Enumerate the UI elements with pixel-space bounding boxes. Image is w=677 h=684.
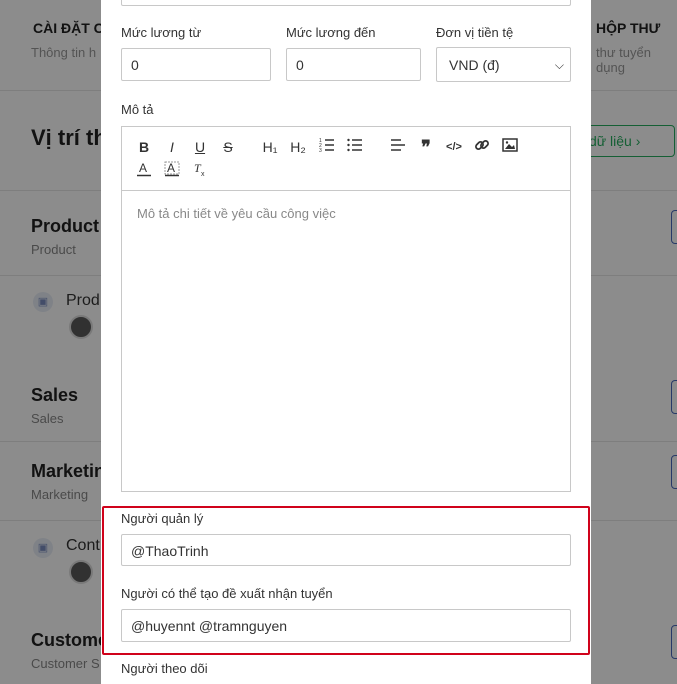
description-label: Mô tả [121, 102, 154, 117]
underline-icon[interactable]: U [189, 137, 211, 157]
salary-to-label: Mức lương đến [286, 25, 376, 40]
manager-input[interactable]: @ThaoTrinh [121, 534, 571, 566]
align-left-icon[interactable] [387, 137, 409, 157]
previous-field-input[interactable] [121, 0, 571, 6]
text-color-icon[interactable]: A [133, 161, 155, 181]
manager-label: Người quản lý [121, 511, 204, 526]
currency-select-value: VND (đ) [449, 57, 500, 73]
svg-text:x: x [201, 171, 205, 177]
job-position-modal: Mức lương từ 0 Mức lương đến 0 Đơn vị ti… [101, 0, 591, 684]
svg-text:A: A [167, 161, 175, 175]
editor-toolbar: B I U S H₁ H₂ 123 ❞ </> A A T x [122, 127, 570, 191]
bold-icon[interactable]: B [133, 137, 155, 157]
strikethrough-icon[interactable]: S [217, 137, 239, 157]
link-icon[interactable] [471, 137, 493, 157]
italic-icon[interactable]: I [161, 137, 183, 157]
follower-label: Người theo dõi [121, 661, 208, 676]
clear-format-icon[interactable]: Tx [189, 161, 211, 181]
description-editor: B I U S H₁ H₂ 123 ❞ </> A A T x Mô tả ch… [121, 126, 571, 492]
currency-label: Đơn vị tiền tệ [436, 25, 514, 40]
heading-1-icon[interactable]: H₁ [259, 137, 281, 157]
code-icon[interactable]: </> [443, 137, 465, 157]
proposer-input[interactable]: @huyennt @tramnguyen [121, 609, 571, 642]
salary-from-label: Mức lương từ [121, 25, 202, 40]
image-icon[interactable] [499, 137, 521, 157]
svg-text:A: A [139, 161, 147, 175]
salary-to-input[interactable]: 0 [286, 48, 421, 81]
background-color-icon[interactable]: A [161, 161, 183, 181]
chevron-down-icon: ⌵ [554, 58, 564, 72]
bullet-list-icon[interactable] [344, 137, 366, 157]
description-placeholder[interactable]: Mô tả chi tiết về yêu cầu công việc [137, 206, 336, 221]
heading-2-icon[interactable]: H₂ [287, 137, 309, 157]
svg-text:3: 3 [319, 148, 322, 153]
salary-from-input[interactable]: 0 [121, 48, 271, 81]
proposer-label: Người có thể tạo đề xuất nhận tuyển [121, 586, 333, 601]
quote-icon[interactable]: ❞ [415, 137, 437, 157]
currency-select[interactable]: VND (đ) ⌵ [436, 47, 571, 82]
ordered-list-icon[interactable]: 123 [316, 137, 338, 157]
